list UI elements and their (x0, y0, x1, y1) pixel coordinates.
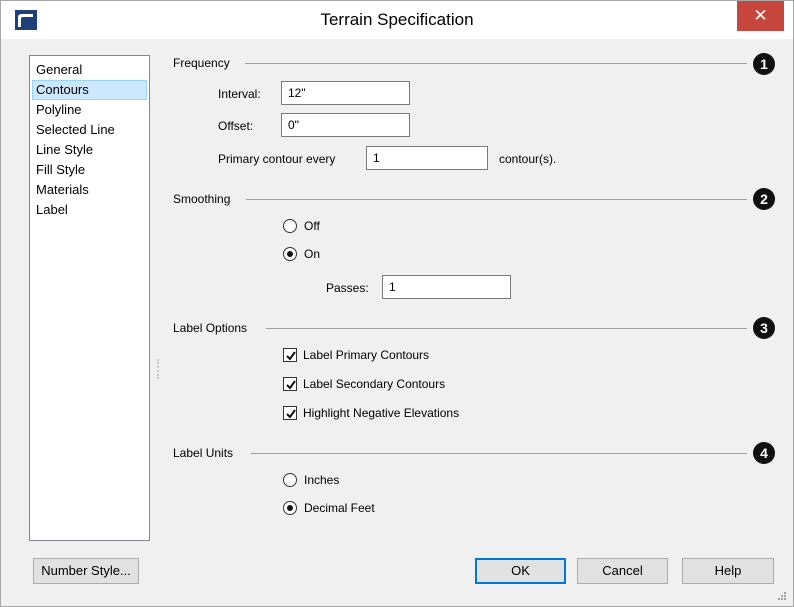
inches-radio[interactable] (283, 473, 297, 487)
cancel-button[interactable]: Cancel (577, 558, 668, 584)
interval-input[interactable]: 12" (281, 81, 410, 105)
decimal-feet-label: Decimal Feet (304, 501, 375, 515)
label-units-heading: Label Units (173, 446, 234, 460)
splitter-handle[interactable] (157, 359, 159, 379)
close-button[interactable]: ✕ (737, 1, 784, 31)
sidebar-item-label[interactable]: Label (32, 200, 147, 220)
interval-label: Interval: (218, 87, 261, 101)
frequency-heading: Frequency (173, 56, 230, 70)
frequency-divider (245, 63, 747, 64)
label-primary-label: Label Primary Contours (303, 348, 430, 362)
primary-contour-input[interactable]: 1 (366, 146, 488, 170)
window-title: Terrain Specification (320, 10, 474, 29)
ok-button[interactable]: OK (475, 558, 566, 584)
callout-badge-1: 1 (753, 53, 775, 75)
checkmark-icon (286, 380, 296, 390)
smoothing-on-label: On (304, 247, 321, 261)
smoothing-divider (246, 199, 747, 200)
smoothing-off-radio[interactable] (283, 219, 297, 233)
sidebar-item-contours[interactable]: Contours (32, 80, 147, 100)
primary-contour-label: Primary contour every (218, 152, 336, 166)
label-options-divider (266, 328, 747, 329)
sidebar-item-fill-style[interactable]: Fill Style (32, 160, 147, 180)
callout-badge-2: 2 (753, 188, 775, 210)
smoothing-off-label: Off (304, 219, 320, 233)
sidebar-item-polyline[interactable]: Polyline (32, 100, 147, 120)
label-secondary-checkbox[interactable] (283, 377, 297, 391)
sidebar-item-general[interactable]: General (32, 60, 147, 80)
sidebar-item-line-style[interactable]: Line Style (32, 140, 147, 160)
help-button[interactable]: Help (682, 558, 774, 584)
smoothing-on-radio[interactable] (283, 247, 297, 261)
highlight-negative-label: Highlight Negative Elevations (303, 406, 460, 420)
callout-badge-3: 3 (753, 317, 775, 339)
callout-badge-4: 4 (753, 442, 775, 464)
passes-label: Passes: (326, 281, 369, 295)
checkmark-icon (286, 409, 296, 419)
category-list[interactable]: General Contours Polyline Selected Line … (29, 55, 150, 541)
passes-input[interactable]: 1 (382, 275, 511, 299)
decimal-feet-radio[interactable] (283, 501, 297, 515)
number-style-button[interactable]: Number Style... (33, 558, 139, 584)
sidebar-item-materials[interactable]: Materials (32, 180, 147, 200)
contour-suffix-label: contour(s). (499, 152, 557, 166)
highlight-negative-checkbox[interactable] (283, 406, 297, 420)
checkmark-icon (286, 351, 296, 361)
label-secondary-label: Label Secondary Contours (303, 377, 446, 391)
resize-grip-icon[interactable] (775, 589, 787, 601)
sidebar-item-selected-line[interactable]: Selected Line (32, 120, 147, 140)
inches-label: Inches (304, 473, 340, 487)
label-primary-checkbox[interactable] (283, 348, 297, 362)
offset-input[interactable]: 0" (281, 113, 410, 137)
offset-label: Offset: (218, 119, 254, 133)
smoothing-heading: Smoothing (173, 192, 231, 206)
title-bar[interactable]: Terrain Specification ✕ (1, 1, 793, 39)
label-units-divider (251, 453, 747, 454)
terrain-specification-dialog: Terrain Specification ✕ General Contours… (0, 0, 794, 607)
label-options-heading: Label Options (173, 321, 248, 335)
